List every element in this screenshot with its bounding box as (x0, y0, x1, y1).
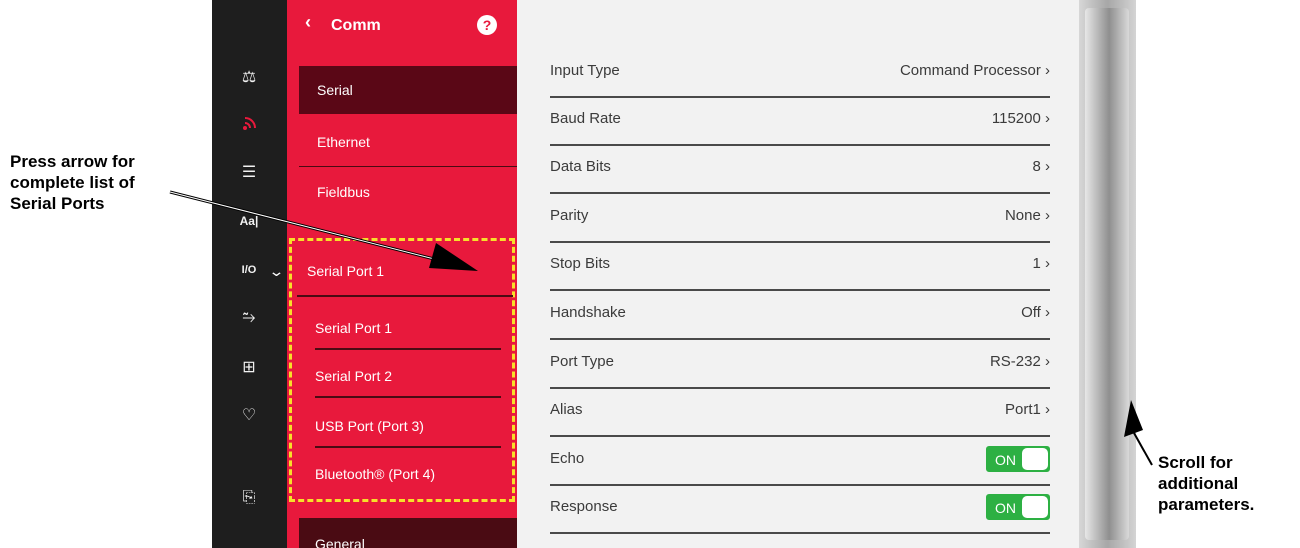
right-arrow (1124, 400, 1153, 466)
left-arrow (169, 190, 478, 271)
callout-arrows (169, 190, 1153, 466)
